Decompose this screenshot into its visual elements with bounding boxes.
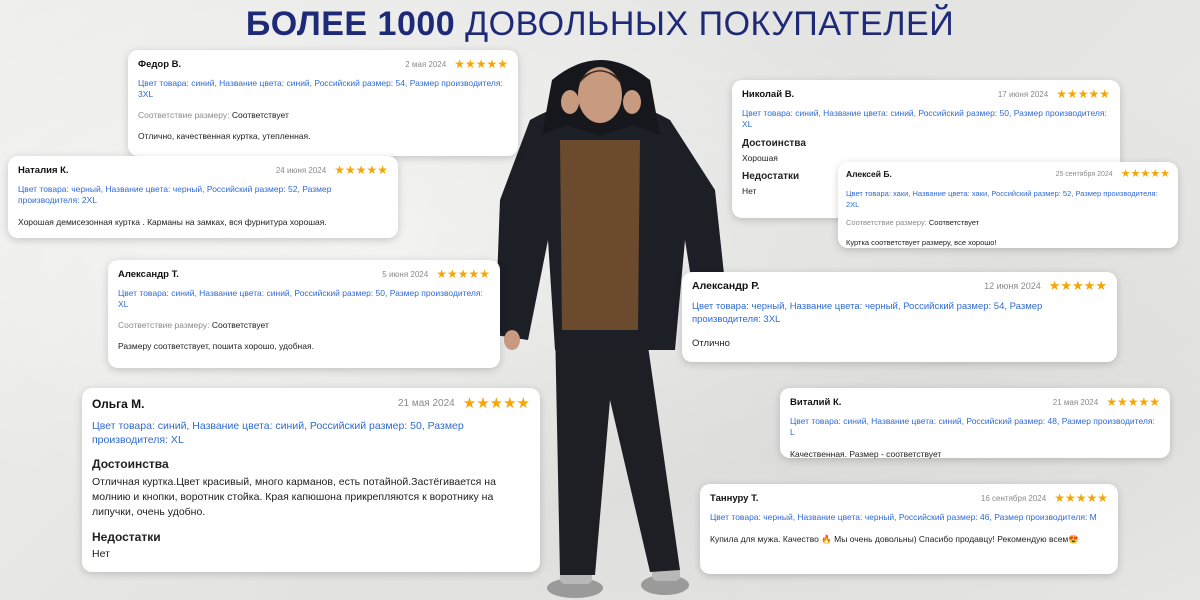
size-fit-label: Соответствие размеру: [846, 218, 927, 227]
cons-heading: Недостатки [92, 530, 161, 544]
size-fit-label: Соответствие размеру: [118, 320, 210, 330]
review-text: Отлично [692, 338, 730, 349]
reviewer-name: Александр Т. [118, 268, 179, 280]
product-attributes: Цвет товара: синий, Название цвета: сини… [118, 288, 483, 309]
star-rating: ★★★★★ [1056, 87, 1110, 101]
review-card: Таннуру Т. 16 сентября 2024 ★★★★★ Цвет т… [700, 484, 1118, 574]
review-date: 21 мая 2024 [1052, 397, 1099, 407]
review-date: 21 мая 2024 [397, 398, 455, 409]
headline-bold: БОЛЕЕ 1000 [245, 5, 456, 43]
review-date: 25 сентября 2024 [1055, 170, 1113, 178]
review-date: 17 июня 2024 [997, 89, 1049, 99]
product-attributes: Цвет товара: хаки, Название цвета: хаки,… [846, 189, 1158, 209]
size-fit: Соответствие размеру: Соответствует [138, 110, 508, 120]
review-card: Наталия К. 24 июня 2024 ★★★★★ Цвет товар… [8, 156, 398, 238]
product-attributes: Цвет товара: синий, Название цвета: сини… [92, 420, 464, 446]
review-text: Размеру соответствует, пошита хорошо, уд… [118, 341, 314, 351]
review-card: Алексей Б. 25 сентября 2024 ★★★★★ Цвет т… [838, 162, 1178, 248]
star-rating: ★★★★★ [1048, 278, 1107, 293]
review-card: Федор В. 2 мая 2024 ★★★★★ Цвет товара: с… [128, 50, 518, 156]
headline-rest: ДОВОЛЬНЫХ ПОКУПАТЕЛЕЙ [465, 5, 955, 43]
review-card: Александр Р. 12 июня 2024 ★★★★★ Цвет тов… [682, 272, 1117, 362]
review-date: 5 июня 2024 [382, 269, 429, 279]
product-attributes: Цвет товара: черный, Название цвета: чер… [710, 512, 1097, 522]
review-date: 16 сентября 2024 [980, 493, 1047, 503]
reviewer-name: Виталий К. [790, 396, 842, 408]
review-card: Ольга М. 21 мая 2024 ★★★★★ Цвет товара: … [82, 388, 540, 572]
review-date: 2 мая 2024 [405, 59, 447, 69]
review-date: 24 июня 2024 [275, 165, 327, 175]
product-attributes: Цвет товара: синий, Название цвета: сини… [138, 78, 503, 99]
star-rating: ★★★★★ [1120, 168, 1170, 180]
reviewer-name: Федор В. [138, 58, 182, 70]
size-fit-value: Соответствует [211, 320, 269, 330]
star-rating: ★★★★★ [334, 163, 388, 177]
reviewer-name: Наталия К. [18, 164, 69, 176]
size-fit-label: Соответствие размеру: [138, 110, 230, 120]
reviewer-name: Александр Р. [692, 280, 760, 292]
size-fit: Соответствие размеру: Соответствует [846, 218, 1170, 227]
review-text: Отлично, качественная куртка, утепленная… [138, 131, 311, 141]
review-text: Качественная. Размер - соответствует [790, 449, 942, 459]
review-date: 12 июня 2024 [984, 281, 1041, 291]
pros-heading: Достоинства [742, 138, 806, 149]
product-attributes: Цвет товара: синий, Название цвета: сини… [790, 416, 1155, 437]
product-attributes: Цвет товара: черный, Название цвета: чер… [18, 184, 332, 205]
size-fit-value: Соответствует [928, 218, 980, 227]
size-fit-value: Соответствует [231, 110, 289, 120]
pros-text: Отличная куртка.Цвет красивый, много кар… [92, 476, 496, 518]
cons-text: Нет [92, 548, 110, 560]
star-rating: ★★★★★ [1106, 395, 1160, 409]
star-rating: ★★★★★ [462, 395, 530, 412]
product-attributes: Цвет товара: черный, Название цвета: чер… [692, 301, 1043, 325]
size-fit: Соответствие размеру: Соответствует [118, 320, 490, 330]
star-rating: ★★★★★ [454, 57, 508, 71]
review-card: Виталий К. 21 мая 2024 ★★★★★ Цвет товара… [780, 388, 1170, 459]
reviewer-name: Ольга М. [92, 396, 145, 411]
review-text: Купила для мужа. Качество 🔥 Мы очень дов… [710, 534, 1079, 544]
star-rating: ★★★★★ [436, 267, 490, 281]
star-rating: ★★★★★ [1054, 491, 1108, 505]
reviewer-name: Таннуру Т. [710, 492, 759, 504]
review-text: Куртка соответствует размеру, все хорошо… [846, 238, 997, 247]
review-text: Хорошая демисезонная куртка . Карманы на… [18, 217, 327, 227]
reviewer-name: Алексей Б. [846, 169, 892, 179]
product-attributes: Цвет товара: синий, Название цвета: сини… [742, 108, 1107, 129]
pros-heading: Достоинства [92, 457, 169, 471]
review-card: Александр Т. 5 июня 2024 ★★★★★ Цвет това… [108, 260, 500, 368]
reviewer-name: Николай В. [742, 88, 795, 100]
page-headline: БОЛЕЕ 1000 ДОВОЛЬНЫХ ПОКУПАТЕЛЕЙ [0, 4, 1200, 44]
